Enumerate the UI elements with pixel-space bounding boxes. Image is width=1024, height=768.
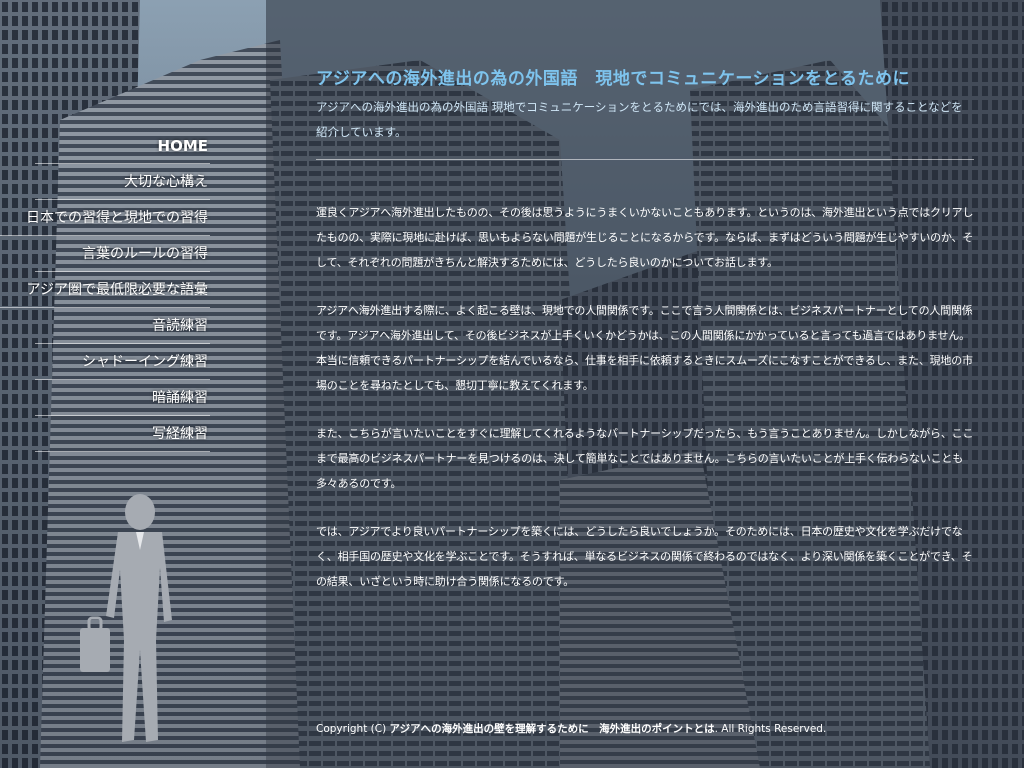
body-paragraph: 運良くアジアへ海外進出したものの、その後は思うようにうまくいかないこともあります… — [316, 206, 974, 269]
footer-link-overseas-points[interactable]: 海外進出のポイントとは — [599, 723, 715, 735]
nav-item-transcription[interactable]: 写経練習 — [0, 416, 210, 452]
copyright-suffix: . All Rights Reserved. — [714, 723, 827, 735]
divider — [316, 159, 974, 160]
nav-item-shadowing[interactable]: シャドーイング練習 — [0, 344, 210, 380]
footer-copyright: Copyright (C) アジアへの海外進出の壁を理解するために 海外進出のポ… — [316, 721, 826, 736]
nav-item-mindset[interactable]: 大切な心構え — [0, 164, 210, 200]
footer-separator — [589, 723, 600, 735]
sidebar-nav: HOME 大切な心構え 日本での習得と現地での習得 言葉のルールの習得 アジア圏… — [0, 128, 210, 452]
businessman-silhouette-image — [80, 494, 172, 742]
footer-link-asia-barrier[interactable]: アジアへの海外進出の壁を理解するために — [390, 723, 589, 735]
main-content: アジアへの海外進出の為の外国語 現地でコミュニケーションをとるために アジアへの… — [316, 64, 974, 594]
body-paragraph: アジアへ海外進出する際に、よく起こる壁は、現地での人間関係です。ここで言う人間関… — [316, 304, 973, 392]
nav-item-home[interactable]: HOME — [0, 128, 210, 164]
nav-item-minimum-vocabulary[interactable]: アジア圏で最低限必要な語彙 — [0, 272, 210, 308]
body-paragraph: では、アジアでより良いパートナーシップを築くには、どうしたら良いでしょうか。その… — [316, 525, 973, 588]
copyright-prefix: Copyright (C) — [316, 723, 390, 735]
page-title: アジアへの海外進出の為の外国語 現地でコミュニケーションをとるために — [316, 69, 910, 89]
nav-item-language-rules[interactable]: 言葉のルールの習得 — [0, 236, 210, 272]
nav-item-recitation[interactable]: 暗誦練習 — [0, 380, 210, 416]
nav-item-learning-japan-local[interactable]: 日本での習得と現地での習得 — [0, 200, 210, 236]
nav-item-reading-aloud[interactable]: 音読練習 — [0, 308, 210, 344]
body-paragraph: また、こちらが言いたいことをすぐに理解してくれるようなパートナーシップだったら、… — [316, 427, 974, 490]
intro-text: アジアへの海外進出の為の外国語 現地でコミュニケーションをとるためにでは、海外進… — [316, 100, 963, 139]
